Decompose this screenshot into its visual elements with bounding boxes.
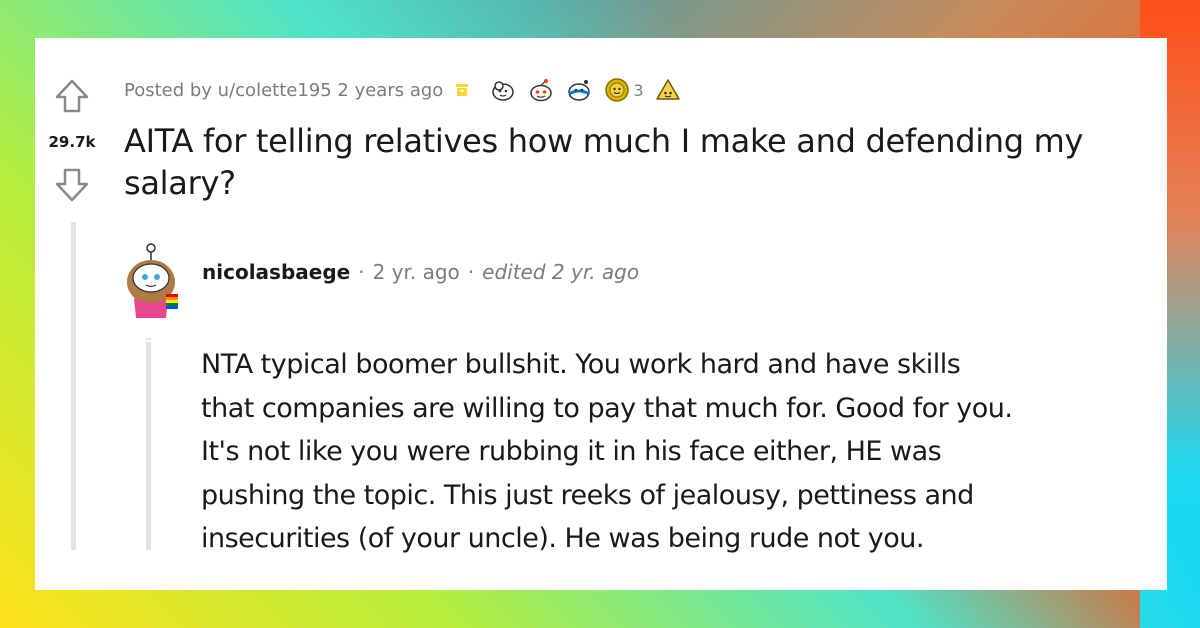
- user-avatar[interactable]: [120, 240, 182, 322]
- hugz-award-icon[interactable]: [565, 76, 593, 104]
- comment-line: that companies are willing to pay that m…: [201, 392, 1013, 424]
- thread-line-tick: [146, 338, 151, 340]
- snoo-award-icon[interactable]: [527, 76, 555, 104]
- comment-author[interactable]: nicolasbaege: [202, 260, 350, 284]
- archive-icon: [456, 84, 469, 96]
- edited-label: edited 2 yr. ago: [482, 260, 640, 284]
- posted-by-text[interactable]: Posted by u/colette195 2 years ago: [124, 80, 443, 101]
- award-count: 3: [633, 80, 644, 100]
- wholesome-award-icon[interactable]: [489, 76, 517, 104]
- post-title[interactable]: AITA for telling relatives how much I ma…: [124, 120, 1164, 204]
- comment-line: It's not like you were rubbing it in his…: [201, 436, 942, 467]
- comment-body: NTA typical boomer bullshit. You work ha…: [201, 343, 1161, 561]
- gold-award-icon[interactable]: [603, 76, 631, 104]
- comment-thread-line[interactable]: [146, 342, 151, 550]
- post-meta: Posted by u/colette195 2 years ago 3: [124, 77, 682, 103]
- comment-line: insecurities (of your uncle). He was bei…: [201, 523, 924, 554]
- thread-line[interactable]: [71, 222, 76, 550]
- comment-line: NTA typical boomer bullshit. You work ha…: [201, 349, 961, 380]
- comment-line: pushing the topic. This just reeks of je…: [201, 479, 974, 511]
- upvote-arrow-icon[interactable]: [52, 76, 92, 116]
- vote-count: 29.7k: [48, 133, 96, 151]
- comment-age[interactable]: 2 yr. ago: [373, 260, 460, 284]
- helpful-award-icon[interactable]: [654, 76, 682, 104]
- separator-dot: ·: [467, 260, 475, 284]
- separator-dot: ·: [358, 260, 365, 284]
- downvote-arrow-icon[interactable]: [52, 165, 92, 205]
- awards-row[interactable]: 3: [489, 76, 681, 104]
- comment-meta: nicolasbaege · 2 yr. ago · edited 2 yr. …: [202, 257, 639, 287]
